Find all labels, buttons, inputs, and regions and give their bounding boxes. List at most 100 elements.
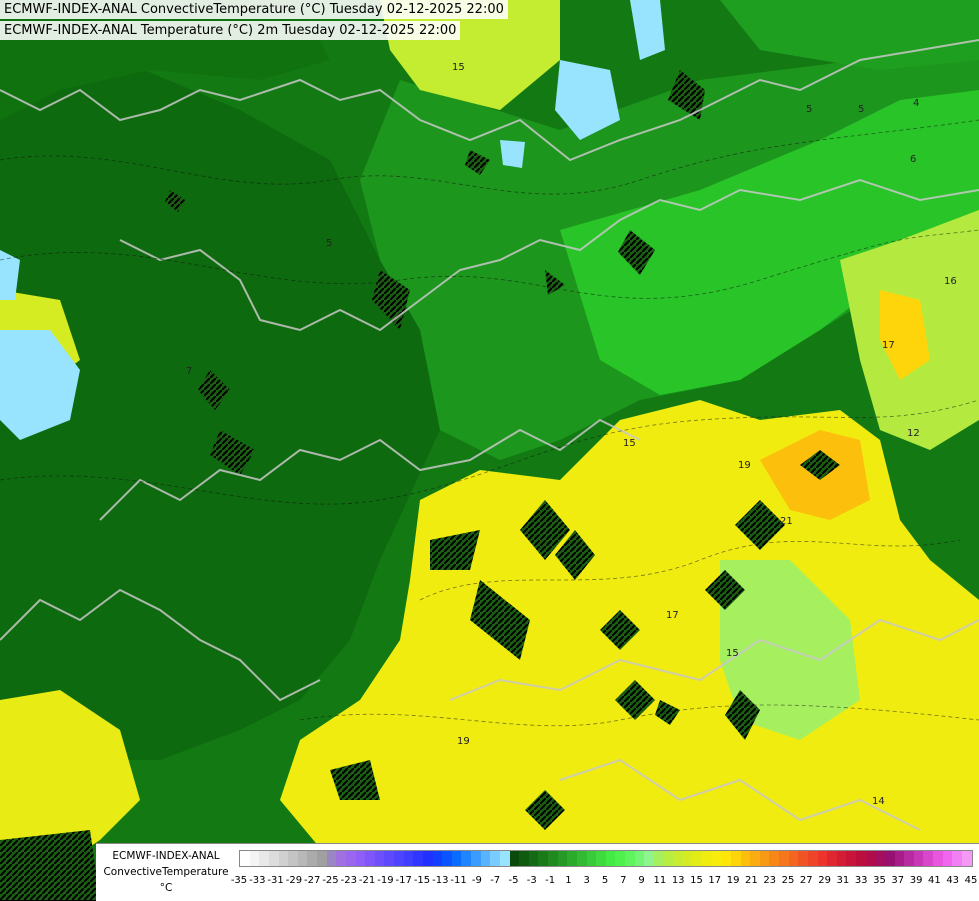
legend-swatch <box>625 851 635 866</box>
legend-tick-label: 11 <box>653 875 667 886</box>
legend-tick-label: 19 <box>726 875 740 886</box>
legend-swatch <box>615 851 625 866</box>
legend-tick-label: 41 <box>928 875 941 886</box>
svg-text:19: 19 <box>457 736 470 747</box>
cyan-region <box>500 140 525 168</box>
legend-swatch <box>856 851 866 866</box>
svg-text:16: 16 <box>944 276 957 287</box>
legend-swatch <box>422 851 433 866</box>
legend-swatch <box>499 851 510 866</box>
legend-tick-label: -3 <box>526 875 537 886</box>
legend-swatch <box>374 851 385 866</box>
legend-unit: °C <box>159 882 173 894</box>
legend-tick-label: -9 <box>471 875 482 886</box>
legend-swatch <box>653 851 664 866</box>
svg-text:7: 7 <box>186 366 192 377</box>
svg-text:14: 14 <box>872 796 885 807</box>
legend-swatch <box>942 851 953 866</box>
svg-text:5: 5 <box>858 104 864 115</box>
legend-swatch <box>567 851 577 866</box>
legend-swatch <box>471 851 481 866</box>
legend-swatch <box>673 851 683 866</box>
legend-swatch <box>240 851 250 866</box>
legend-swatch <box>827 851 837 866</box>
legend-tick-label: -7 <box>490 875 501 886</box>
legend-title-line-1: ECMWF-INDEX-ANAL <box>112 850 220 862</box>
legend-swatch <box>259 851 269 866</box>
legend-title: ECMWF-INDEX-ANAL ConvectiveTemperature °… <box>100 848 232 896</box>
svg-text:17: 17 <box>882 340 895 351</box>
legend-swatch <box>278 851 289 866</box>
legend-tick-label: 31 <box>836 875 850 886</box>
legend-swatch <box>249 851 260 866</box>
legend-swatch <box>904 851 914 866</box>
legend-tick-label: 9 <box>638 875 645 886</box>
legend-swatch <box>413 851 423 866</box>
svg-text:15: 15 <box>452 62 465 73</box>
legend-swatch <box>913 851 924 866</box>
svg-text:21: 21 <box>780 516 793 527</box>
svg-text:15: 15 <box>623 438 636 449</box>
legend-swatch <box>711 851 722 866</box>
legend-swatch <box>865 851 876 866</box>
legend-swatch <box>528 851 539 866</box>
legend-swatch <box>769 851 779 866</box>
legend-tick-label: 21 <box>745 875 758 886</box>
legend-tick-label: -31 <box>267 875 284 886</box>
legend-color-bar <box>239 850 973 867</box>
legend-tick-label: 23 <box>763 875 777 886</box>
legend-swatch <box>884 851 895 866</box>
legend-swatch <box>663 851 674 866</box>
legend-tick-label: -25 <box>322 875 339 886</box>
legend-swatch <box>798 851 808 866</box>
legend-swatch <box>538 851 548 866</box>
legend-swatch <box>740 851 751 866</box>
legend-swatch <box>480 851 491 866</box>
legend-title-line-2: ConvectiveTemperature <box>103 866 229 878</box>
legend-tick-label: 39 <box>909 875 923 886</box>
svg-text:5: 5 <box>326 238 332 249</box>
legend-tick-label: -23 <box>340 875 357 886</box>
legend-swatch <box>750 851 760 866</box>
color-legend: ECMWF-INDEX-ANAL ConvectiveTemperature °… <box>96 843 979 901</box>
legend-tick-label: 1 <box>565 875 572 886</box>
legend-swatch <box>490 851 500 866</box>
legend-tick-label: 13 <box>671 875 685 886</box>
legend-swatch <box>644 851 654 866</box>
legend-swatch <box>702 851 712 866</box>
legend-tick-label: -1 <box>545 875 556 886</box>
legend-swatch <box>586 851 597 866</box>
legend-tick-label: -19 <box>377 875 394 886</box>
legend-swatch <box>394 851 404 866</box>
legend-tick-label: -33 <box>249 875 266 886</box>
legend-tick-label: -17 <box>395 875 412 886</box>
legend-swatch <box>557 851 568 866</box>
svg-text:15: 15 <box>726 648 739 659</box>
legend-swatch <box>933 851 943 866</box>
legend-swatch <box>875 851 885 866</box>
legend-swatch <box>509 851 520 866</box>
legend-swatch <box>596 851 606 866</box>
legend-swatch <box>519 851 529 866</box>
legend-swatch <box>846 851 856 866</box>
legend-swatch <box>326 851 337 866</box>
legend-tick-label: 27 <box>799 875 813 886</box>
legend-swatch <box>894 851 905 866</box>
legend-swatch <box>461 851 471 866</box>
legend-tick-label: 15 <box>690 875 703 886</box>
legend-tick-label: 37 <box>891 875 905 886</box>
legend-swatch <box>961 851 972 866</box>
legend-tick-label: 5 <box>601 875 609 886</box>
legend-tick-label: 17 <box>708 875 722 886</box>
weather-map: 15 5 6 5 4 16 17 12 15 19 21 17 15 19 14… <box>0 0 979 900</box>
legend-swatch <box>307 851 317 866</box>
legend-tick-label: 25 <box>781 875 795 886</box>
svg-text:6: 6 <box>910 154 916 165</box>
legend-swatch <box>836 851 847 866</box>
legend-swatch <box>268 851 279 866</box>
legend-tick-label: -5 <box>508 875 519 886</box>
legend-swatch <box>442 851 452 866</box>
legend-swatch <box>365 851 375 866</box>
legend-tick-label: -11 <box>450 875 467 886</box>
legend-tick-label: -27 <box>304 875 321 886</box>
